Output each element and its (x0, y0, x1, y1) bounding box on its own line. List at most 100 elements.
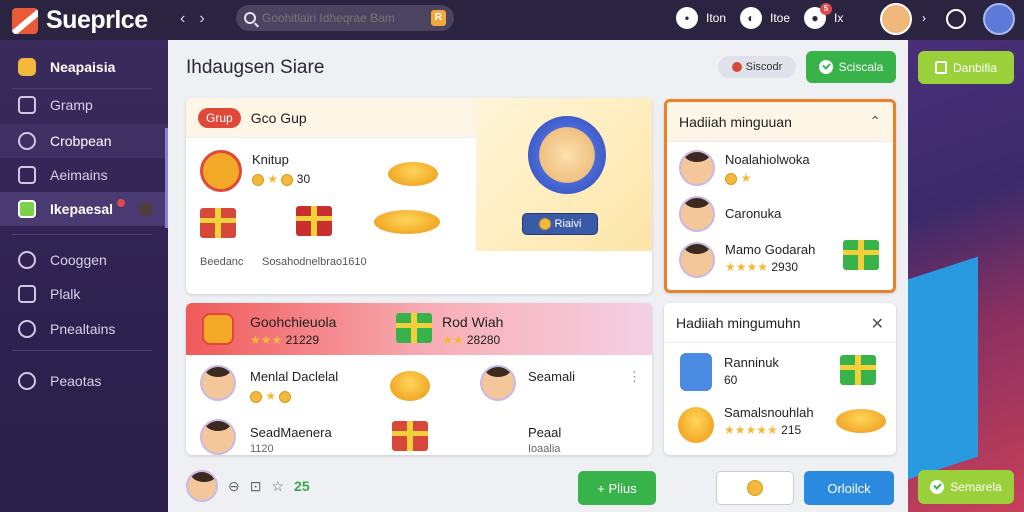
list-item-name: Menlal Daclelal (250, 369, 339, 384)
top-action-people[interactable]: ● 5 Ix (804, 3, 843, 29)
item-count: 25 (294, 478, 310, 494)
coins-pile-icon (836, 409, 886, 433)
document-icon (934, 61, 947, 74)
coin-button[interactable] (716, 471, 794, 505)
add-button[interactable]: + Plius (578, 471, 656, 505)
avatar[interactable] (186, 470, 218, 502)
leaderboard-title: Goohchieuola (250, 314, 337, 330)
avatar (200, 419, 236, 455)
weekly-row-name: Mamo Godarah (725, 242, 816, 257)
avatar (679, 150, 715, 186)
reward-name: Knitup (252, 152, 289, 167)
secondary-button[interactable]: Sciscala (806, 51, 896, 83)
trophy-icon (202, 313, 234, 345)
app-logo[interactable]: Sueprlce (12, 6, 148, 35)
list-item-icons: ★ (250, 389, 292, 403)
weekly2-row-name: Samalsnouhlah (724, 405, 814, 420)
group-card: Grup Gco Gup ✕ Knitup ★ 30 Beedanc Sosah… (186, 98, 652, 294)
top-actions: • Iton ◐ Itoe ● 5 Ix (676, 3, 843, 29)
gift-icon (392, 421, 428, 451)
info-icon (18, 372, 36, 390)
forward-arrow-icon[interactable]: › (199, 10, 204, 28)
close-icon[interactable]: ✕ (871, 314, 884, 334)
app-name: Sueprlce (46, 6, 148, 34)
star-outline-icon[interactable]: ☆ (271, 478, 284, 495)
copy-icon[interactable]: ⊖ (228, 478, 240, 495)
shield-icon (680, 353, 712, 391)
footer-label: Beedanc (200, 256, 244, 268)
avatar (679, 242, 715, 278)
gift-icon (200, 208, 236, 238)
leaderboard-card: Goohchieuola ★★★ 21229 Rod Wiah ★★ 28280… (186, 303, 652, 455)
coins-pile-icon (374, 210, 440, 234)
user-account-icon[interactable] (983, 3, 1015, 35)
top-bar: Sueprlce ‹ › R • Iton ◐ Itoe ●5 Ix › (0, 0, 1024, 40)
gift-icon (396, 313, 432, 343)
message-icon: ◐ (740, 7, 763, 29)
search-input[interactable] (262, 11, 425, 25)
right-bottom-button[interactable]: Semarela (918, 470, 1014, 504)
bottom-bar: ⊖ ⊡ ☆ 25 (186, 470, 310, 502)
leaderboard-title-2: Rod Wiah (442, 314, 504, 330)
reward-value-row: ★ 30 (252, 172, 310, 186)
chevron-up-icon[interactable]: ⌃ (869, 113, 881, 130)
primary-action-button[interactable]: Orloilck (804, 471, 894, 505)
sidebar-item-favorites[interactable]: Cooggen (0, 243, 168, 277)
status-dot-icon (731, 62, 742, 72)
star-icon: ★ (265, 389, 277, 403)
gift-icon (840, 355, 876, 385)
coin-icon (281, 173, 294, 186)
sidebar-item-calendar[interactable]: Ikepaesal (0, 192, 168, 226)
chevron-right-icon[interactable]: › (922, 11, 926, 25)
back-arrow-icon[interactable]: ‹ (180, 10, 185, 28)
profile-avatar[interactable] (880, 3, 912, 35)
gift-box-icon (296, 206, 332, 236)
decorative-shape (908, 256, 978, 480)
group-icon (18, 96, 36, 114)
weekly-card-header: Hadiiah minguuan (667, 102, 893, 142)
list-item-sub-2: Ioaalia (528, 443, 561, 455)
more-options-icon[interactable]: ⋮ (628, 369, 641, 385)
calendar-icon (18, 200, 36, 218)
badge-medal-icon (200, 150, 242, 192)
secondary-chip[interactable]: Siscodr (718, 56, 796, 78)
coin-icon (279, 390, 292, 403)
weekly-row-name: Caronuka (725, 206, 782, 221)
sidebar-item-info[interactable]: Peaotas (0, 364, 168, 398)
search-filter-icon[interactable]: R (430, 10, 446, 26)
sidebar-item-group[interactable]: Gramp (0, 88, 168, 122)
group-pill[interactable]: Grup (198, 107, 241, 128)
weekly-card2-header: Hadiiah mingumuhn (664, 303, 896, 343)
list-item-name: SeadMaenera (250, 425, 332, 440)
promo-banner: Riaivi (476, 98, 652, 251)
sidebar-item-chart[interactable]: Plalk (0, 277, 168, 311)
sidebar-item-home[interactable]: Neapaisia (0, 50, 168, 84)
globe-icon[interactable] (946, 9, 966, 29)
search-bar[interactable]: R (236, 5, 454, 31)
list-item-name-2: Seamali (528, 369, 575, 384)
top-action-chat[interactable]: • Iton (676, 7, 726, 29)
top-action-message[interactable]: ◐ Itoe (740, 7, 790, 29)
sidebar: Neapaisia Gramp Crobpean Aeimains Ikepae… (0, 40, 168, 512)
list-item-name-2: Peaal (528, 425, 562, 440)
leaderboard-header: Goohchieuola ★★★ 21229 Rod Wiah ★★ 28280 (186, 303, 652, 355)
avatar (480, 365, 516, 401)
sidebar-item-settings[interactable]: Pnealtains (0, 312, 168, 346)
weekly-reward-card: Hadiiah minguuan ⌃ Noalahiolwoka ★ Caron… (664, 99, 896, 293)
notification-dot (117, 199, 126, 207)
right-top-button[interactable]: Danbifia (918, 51, 1014, 84)
sidebar-item-admin[interactable]: Aeimains (0, 158, 168, 192)
heart-icon (18, 251, 36, 269)
sidebar-item-campaign[interactable]: Crobpean (0, 124, 168, 158)
chat-icon: • (676, 7, 698, 29)
share-icon[interactable]: ⊡ (250, 478, 262, 495)
star-icon: ★ (740, 171, 752, 185)
promo-button[interactable]: Riaivi (522, 213, 598, 235)
gift-icon (843, 240, 879, 270)
weekly2-row-value: 60 (724, 373, 738, 387)
coin-icon (538, 218, 551, 230)
search-icon (244, 12, 256, 24)
app-icon (18, 58, 36, 76)
avatar (200, 365, 236, 401)
leaderboard-rating: ★★★ 21229 (250, 333, 319, 347)
